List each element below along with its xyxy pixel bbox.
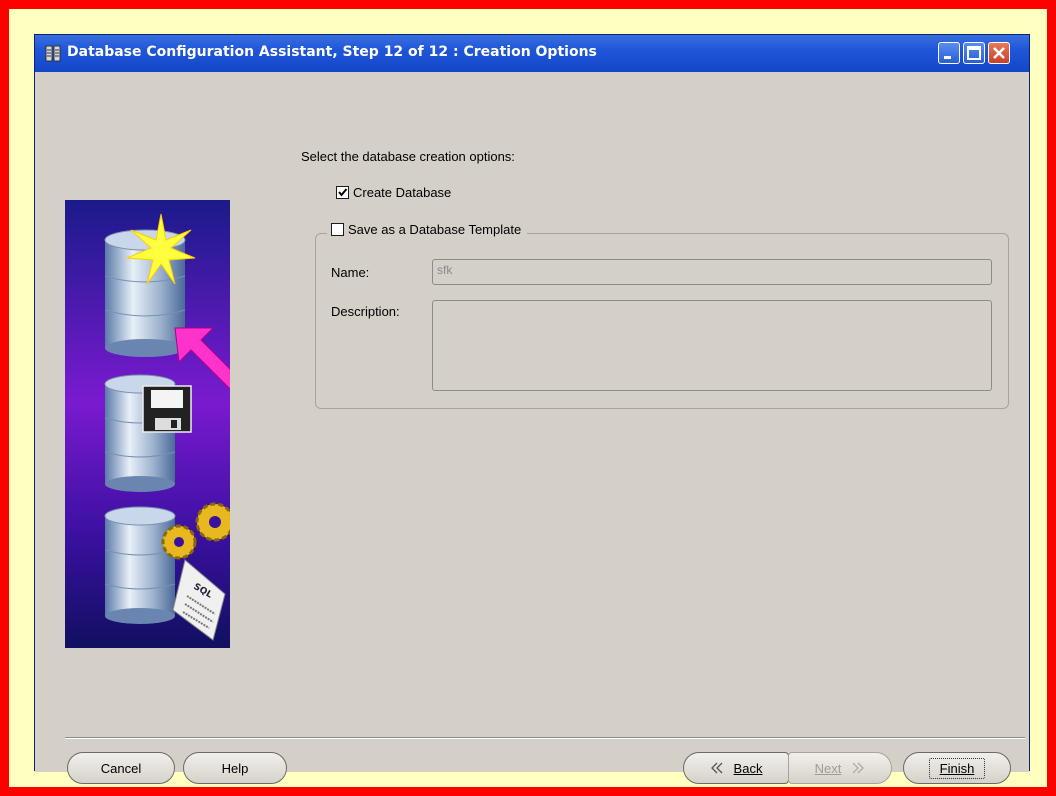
dca-window: Database Configuration Assistant, Step 1… (34, 34, 1030, 784)
database-creation-illustration: SQL (65, 200, 230, 648)
save-template-label: Save as a Database Template (348, 222, 522, 237)
help-button[interactable]: Help (183, 752, 287, 784)
help-button-label: Help (221, 760, 249, 776)
back-arrow-icon (710, 762, 723, 774)
checkmark-icon (338, 188, 348, 197)
next-button[interactable]: Next (788, 752, 892, 784)
template-name-field[interactable]: sfk (432, 259, 992, 285)
creation-options-prompt: Select the database creation options: (301, 149, 515, 164)
minimize-button[interactable] (938, 42, 960, 64)
create-database-label: Create Database (353, 185, 452, 200)
finish-button-label: Finish (939, 760, 975, 776)
create-database-option[interactable]: Create Database (336, 185, 451, 200)
window-app-icon (45, 45, 61, 62)
footer-separator (65, 737, 1025, 739)
save-template-checkbox[interactable] (331, 223, 344, 236)
close-button[interactable] (988, 42, 1010, 64)
minimize-icon (944, 56, 951, 59)
maximize-icon (967, 46, 981, 60)
save-template-option[interactable]: Save as a Database Template (327, 222, 528, 237)
cancel-button[interactable]: Cancel (67, 752, 175, 784)
next-arrow-icon (852, 762, 865, 774)
next-button-label: Next (814, 760, 842, 776)
create-database-checkbox[interactable] (336, 186, 349, 199)
cancel-button-label: Cancel (100, 760, 142, 776)
window-title: Database Configuration Assistant, Step 1… (67, 44, 597, 60)
template-name-label: Name: (331, 265, 370, 280)
template-description-label: Description: (331, 304, 400, 319)
back-button[interactable]: Back (683, 752, 789, 784)
title-bar[interactable]: Database Configuration Assistant, Step 1… (35, 35, 1029, 72)
dialog-content: SQL Select the database creation options… (35, 72, 1029, 784)
back-button-label: Back (733, 760, 763, 776)
template-description-field[interactable] (432, 300, 992, 391)
maximize-button[interactable] (963, 42, 985, 64)
finish-button[interactable]: Finish (903, 752, 1011, 784)
close-icon (993, 47, 1005, 59)
